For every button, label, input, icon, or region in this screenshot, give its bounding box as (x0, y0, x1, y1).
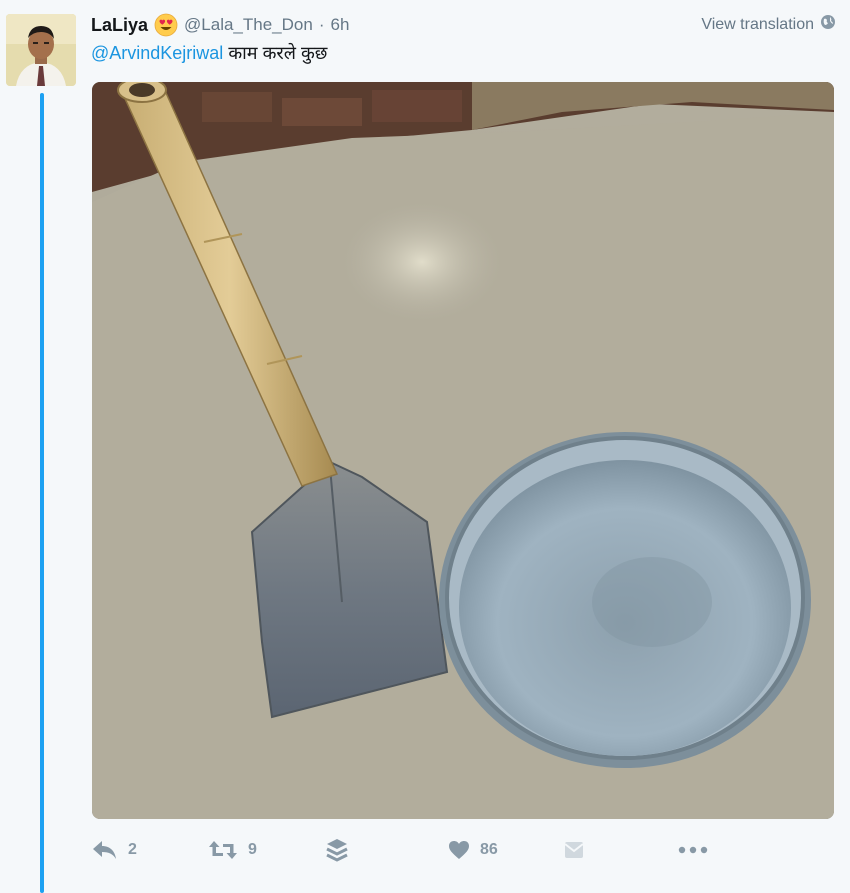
like-button[interactable]: 86 (448, 835, 498, 865)
separator-dot: · (318, 15, 325, 34)
add-to-collection-button[interactable] (326, 835, 348, 865)
heart-eyes-emoji-icon (154, 13, 178, 37)
layers-icon (326, 838, 348, 862)
tweet-photo[interactable] (92, 82, 834, 819)
reply-button[interactable]: 2 (92, 835, 137, 865)
retweet-count: 9 (248, 841, 257, 858)
retweet-icon (208, 839, 238, 861)
timestamp[interactable]: 6h (331, 15, 350, 35)
reply-count: 2 (128, 841, 137, 858)
reply-icon (92, 839, 118, 861)
more-options-button[interactable] (678, 835, 708, 865)
display-name[interactable]: LaLiya (91, 15, 148, 36)
view-translation-label: View translation (701, 15, 814, 33)
message-icon (564, 840, 584, 860)
conversation-thread-line (40, 93, 44, 893)
direct-message-button[interactable] (564, 835, 584, 865)
mention-link[interactable]: @ArvindKejriwal (91, 43, 223, 63)
tweet-text: @ArvindKejriwal काम करले कुछ (91, 41, 327, 65)
like-count: 86 (480, 841, 498, 858)
user-handle[interactable]: @Lala_The_Don (184, 15, 313, 35)
heart-icon (448, 840, 470, 860)
tweet-actions: 2 9 86 (92, 835, 832, 865)
view-translation-link[interactable]: View translation (701, 14, 836, 35)
avatar[interactable] (6, 14, 76, 86)
tweet-body: काम करले कुछ (223, 43, 328, 63)
tweet-header: LaLiya @Lala_The_Don · 6h (91, 12, 349, 38)
globe-icon (820, 14, 836, 35)
retweet-button[interactable]: 9 (208, 835, 257, 865)
more-icon (678, 846, 708, 854)
